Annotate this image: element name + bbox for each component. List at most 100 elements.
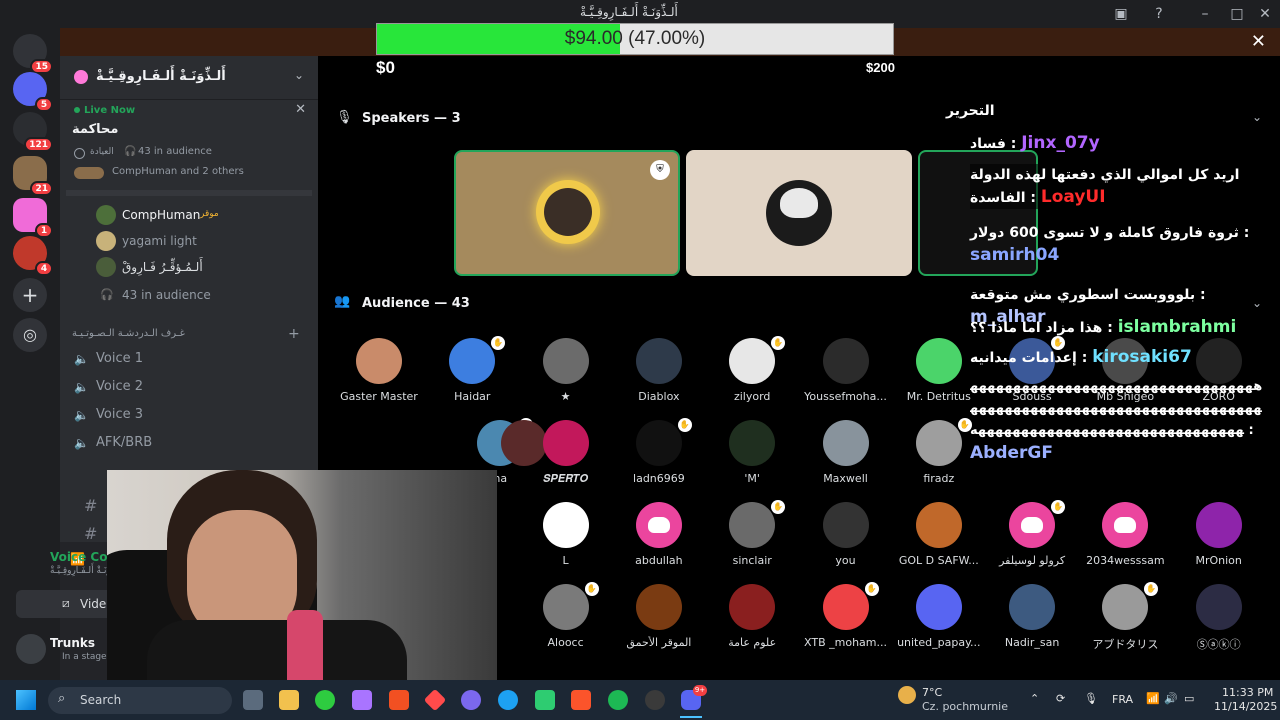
task-view-icon[interactable] xyxy=(243,690,263,710)
audience-member[interactable]: sinclair ✋ xyxy=(707,498,797,578)
audience-member[interactable]: Diablox xyxy=(614,334,704,414)
audience-member-name: 𝑺𝑷𝑬𝑹𝑻𝑶 xyxy=(542,472,589,485)
add-channel-icon[interactable]: + xyxy=(288,326,300,342)
category-label[interactable]: غـرف الـدردشـة الـصـوتـيـة xyxy=(72,328,185,339)
sync-icon[interactable]: ⟳ xyxy=(1056,692,1065,705)
obs-icon[interactable] xyxy=(645,690,665,710)
audience-member[interactable]: 2034wesssam xyxy=(1080,498,1170,578)
audience-member[interactable]: アブドタリス ✋ xyxy=(1080,580,1170,660)
voice-channel-3[interactable]: Voice 3 xyxy=(96,407,143,422)
stage-member[interactable]: CompHuman xyxy=(122,208,200,222)
spotify-icon[interactable] xyxy=(608,690,628,710)
audience-member[interactable]: Youssefmoha... xyxy=(801,334,891,414)
text-channel-hash-icon[interactable]: # xyxy=(84,524,97,543)
voice-channel-1[interactable]: Voice 1 xyxy=(96,351,143,366)
audience-member-name: you xyxy=(835,554,856,567)
add-server-icon[interactable]: + xyxy=(13,278,47,312)
server-icon[interactable]: 4 xyxy=(13,236,53,276)
clock-time[interactable]: 11:33 PM xyxy=(1222,686,1273,699)
language-indicator[interactable]: FRA xyxy=(1112,693,1133,706)
chevron-up-icon[interactable]: ⌃ xyxy=(1030,692,1039,705)
audience-member[interactable]: 'M' xyxy=(707,416,797,496)
stage-member[interactable]: أَلـمُـؤقِّـرُ فَـارِوقْ xyxy=(122,260,203,274)
voice-channel-2[interactable]: Voice 2 xyxy=(96,379,143,394)
audience-member-name: Gaster Master xyxy=(340,390,418,403)
windows-start-icon[interactable] xyxy=(16,690,36,710)
app-icon[interactable] xyxy=(461,690,481,710)
audience-member[interactable]: كرولو لوسيلفر ✋ xyxy=(987,498,1077,578)
app-icon[interactable] xyxy=(498,690,518,710)
audience-member[interactable]: Gaster Master xyxy=(334,334,424,414)
wifi-icon[interactable]: 📶 xyxy=(1146,692,1160,705)
audience-member[interactable]: علوم عامة xyxy=(707,580,797,660)
audience-member[interactable]: ladn6969 ✋ xyxy=(614,416,704,496)
minimize-icon[interactable]: – xyxy=(1196,5,1214,23)
help-icon[interactable]: ? xyxy=(1150,5,1168,23)
audience-member[interactable]: Maxwell xyxy=(801,416,891,496)
server-icon-active[interactable]: 21 xyxy=(13,156,53,196)
audience-member[interactable]: ★ xyxy=(521,334,611,414)
audience-member[interactable]: Ⓢⓐⓚⓘ xyxy=(1174,580,1264,660)
user-avatar[interactable] xyxy=(16,634,46,664)
server-icon[interactable]: 121 xyxy=(13,112,53,152)
audience-member-name: アブドタリス xyxy=(1092,638,1159,651)
app-icon[interactable] xyxy=(352,690,372,710)
speaker-tile[interactable]: ⛨ xyxy=(454,150,680,276)
audience-member[interactable]: abdullah xyxy=(614,498,704,578)
audience-member[interactable]: Nadir_san xyxy=(987,580,1077,660)
user-status: In a stage xyxy=(62,652,107,662)
close-icon[interactable]: ✕ xyxy=(1251,33,1266,51)
pink-object xyxy=(287,610,323,688)
app-icon[interactable] xyxy=(535,690,555,710)
audience-member[interactable]: you xyxy=(801,498,891,578)
audience-member[interactable]: zilyord ✋ xyxy=(707,334,797,414)
close-window-icon[interactable]: ✕ xyxy=(1256,5,1274,23)
microphone-icon[interactable]: 🎙 xyxy=(1084,692,1098,705)
battery-icon[interactable]: ▭ xyxy=(1184,692,1194,705)
audience-member-name: Maxwell xyxy=(823,472,868,485)
server-icon[interactable]: 1 xyxy=(13,198,53,238)
file-explorer-icon[interactable] xyxy=(279,690,299,710)
store-icon[interactable] xyxy=(389,690,409,710)
audience-member[interactable]: GOL D SAFW... xyxy=(894,498,984,578)
clock-date[interactable]: 11/14/2025 xyxy=(1214,700,1277,713)
speaker-icon: 🔈 xyxy=(74,352,89,366)
direct-messages-icon[interactable]: 15 xyxy=(13,34,53,74)
audience-member[interactable]: Aloocc ✋ xyxy=(521,580,611,660)
audience-member[interactable]: 𝑺𝑷𝑬𝑹𝑻𝑶 xyxy=(521,416,611,496)
text-channel-hash-icon[interactable]: # xyxy=(84,496,97,515)
speaker-icon: 🔈 xyxy=(74,408,89,422)
live-stage-card[interactable]: Live Now ✕ محاكمة العيادة 🎧 43 in audien… xyxy=(64,100,314,188)
audience-member[interactable]: MrOnion xyxy=(1174,498,1264,578)
avatar xyxy=(96,231,116,251)
maximize-icon[interactable]: □ xyxy=(1228,5,1246,23)
app-icon[interactable] xyxy=(423,688,447,712)
goal-max-label: $200 xyxy=(866,60,895,75)
audience-member[interactable]: الموقر الأحمق xyxy=(614,580,704,660)
inbox-icon[interactable]: ▣ xyxy=(1112,5,1130,23)
server-discord-icon[interactable]: 5 xyxy=(13,72,53,112)
avatar xyxy=(542,584,589,630)
audience-member[interactable]: Haidar ✋ xyxy=(427,334,517,414)
chevron-down-icon[interactable]: ⌄ xyxy=(294,68,304,82)
app-icon[interactable] xyxy=(315,690,335,710)
discover-icon[interactable]: ◎ xyxy=(13,318,47,352)
weather-icon[interactable] xyxy=(898,686,916,704)
server-header[interactable]: أَلـذِّوَنَـةْ أَلـفَـارِوقِـيَّـةْ ⌄ xyxy=(60,56,318,100)
brave-icon[interactable] xyxy=(571,690,591,710)
audience-member[interactable]: XTB _moham... ✋ xyxy=(801,580,891,660)
speaker-tile[interactable] xyxy=(686,150,912,276)
voice-channel-afk[interactable]: AFK/BRB xyxy=(96,435,152,450)
audience-member-name: united_papay... xyxy=(897,636,981,649)
taskbar-search[interactable]: ⌕ Search xyxy=(48,687,232,714)
discord-taskbar-icon[interactable]: 9+ xyxy=(681,685,707,710)
stage-icon xyxy=(74,148,85,159)
volume-icon[interactable]: 🔊 xyxy=(1164,692,1178,705)
discord-badge: 9+ xyxy=(693,685,707,696)
stage-member[interactable]: yagami light xyxy=(122,234,197,248)
close-icon[interactable]: ✕ xyxy=(295,102,306,117)
member-role-tag: موقر xyxy=(200,209,219,219)
avatar xyxy=(822,584,869,630)
audience-member[interactable]: L xyxy=(521,498,611,578)
audience-member[interactable]: united_papay... xyxy=(894,580,984,660)
